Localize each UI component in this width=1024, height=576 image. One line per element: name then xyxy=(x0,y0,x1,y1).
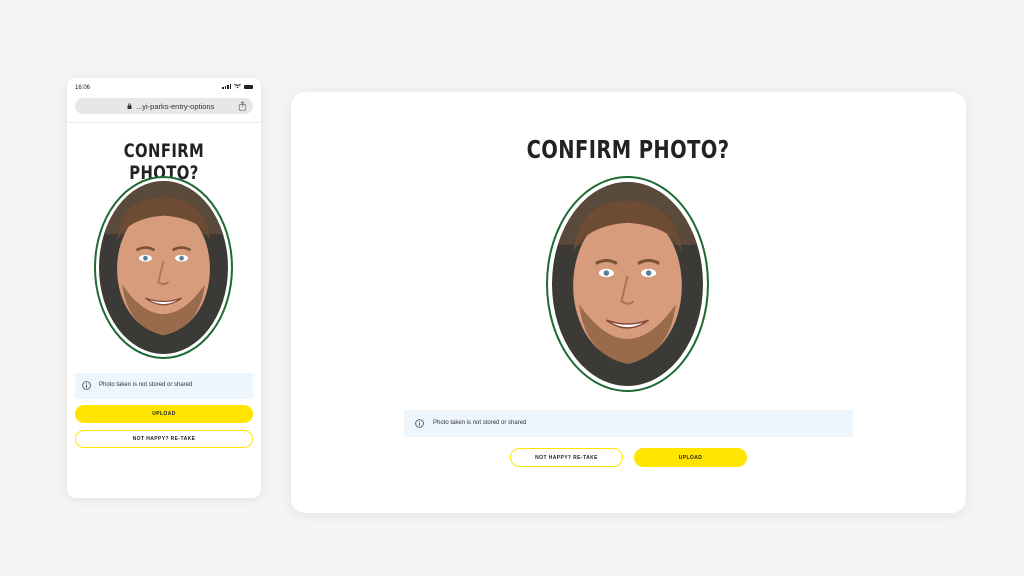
upload-button[interactable]: UPLOAD xyxy=(75,405,253,423)
desktop-preview: CONFIRM PHOTO? Photo taken is not stored… xyxy=(291,92,966,513)
info-icon xyxy=(415,419,424,428)
notice-text: Photo taken is not stored or shared xyxy=(433,420,527,426)
captured-photo xyxy=(94,176,233,359)
status-bar: 16:06 xyxy=(67,78,261,96)
privacy-notice: Photo taken is not stored or shared xyxy=(404,410,853,437)
status-icons xyxy=(222,84,253,89)
signal-icon xyxy=(222,84,231,89)
face-photo xyxy=(552,182,703,386)
url-bar[interactable]: ...yi-parks-entry-options xyxy=(75,98,253,114)
status-time: 16:06 xyxy=(75,85,91,91)
mobile-preview: 16:06 ...yi-parks-entry-options CONFIRM … xyxy=(67,78,261,498)
upload-label: UPLOAD xyxy=(678,454,703,461)
captured-photo xyxy=(546,176,709,392)
retake-label: NOT HAPPY? RE-TAKE xyxy=(535,454,598,461)
privacy-notice: Photo taken is not stored or shared xyxy=(75,373,253,399)
upload-button[interactable]: UPLOAD xyxy=(634,448,747,467)
upload-label: UPLOAD xyxy=(152,410,176,417)
battery-icon xyxy=(244,84,253,89)
page-title: CONFIRM PHOTO? xyxy=(527,135,730,164)
divider xyxy=(67,122,261,123)
retake-button[interactable]: NOT HAPPY? RE-TAKE xyxy=(75,430,253,448)
notice-text: Photo taken is not stored or shared xyxy=(99,382,193,388)
info-icon xyxy=(82,381,91,390)
wifi-icon xyxy=(234,84,241,89)
lock-icon xyxy=(127,103,132,109)
face-photo xyxy=(99,181,228,354)
retake-label: NOT HAPPY? RE-TAKE xyxy=(132,435,196,442)
retake-button[interactable]: NOT HAPPY? RE-TAKE xyxy=(510,448,623,467)
url-text: ...yi-parks-entry-options xyxy=(136,102,215,111)
share-icon[interactable] xyxy=(238,101,247,111)
